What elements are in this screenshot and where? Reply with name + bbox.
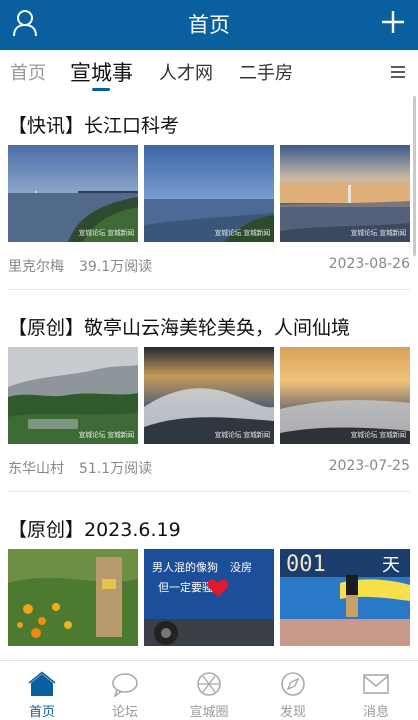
tab-xuancheng-news[interactable]: 宣城事 <box>70 57 133 87</box>
author-name[interactable]: 东华山村 <box>8 458 64 478</box>
scrollbar[interactable] <box>413 96 416 256</box>
board-char: 天 <box>382 555 400 576</box>
chat-bubble-icon <box>112 673 138 697</box>
news-thumbnail[interactable]: 宣城论坛 宣城新闻 <box>144 145 274 242</box>
watermark: 宣城论坛 宣城新闻 <box>350 229 406 237</box>
tab-second-hand-house[interactable]: 二手房 <box>239 59 293 85</box>
tab-home[interactable]: 首页 <box>10 59 46 85</box>
home-icon <box>28 671 56 696</box>
divider <box>8 289 410 290</box>
news-thumbnail[interactable]: 宣城论坛 宣城新闻 <box>8 347 138 444</box>
watermark: 宣城论坛 宣城新闻 <box>78 431 134 439</box>
publish-date: 2023-08-26 <box>328 256 410 272</box>
nav-label: 发现 <box>279 705 306 720</box>
nav-discover[interactable]: 发现 <box>251 661 335 720</box>
news-title[interactable]: 【原创】2023.6.19 <box>8 515 181 542</box>
nav-label: 宣城圈 <box>189 705 229 720</box>
read-count: 51.1万阅读 <box>79 461 153 477</box>
bottom-navigation: 首页 论坛 宣城圈 发现 消息 <box>0 660 418 720</box>
news-thumbnail[interactable]: 宣城论坛 宣城新闻 <box>8 145 138 242</box>
nav-messages[interactable]: 消息 <box>334 661 418 720</box>
thumbnail-row: 男人混的像狗 没房 但一定要骚 001 天 <box>8 549 410 647</box>
news-thumbnail[interactable]: 001 天 <box>280 549 410 646</box>
truck-slogan-mark: 没房 <box>230 561 252 574</box>
truck-slogan-line1: 男人混的像狗 <box>152 560 218 574</box>
news-thumbnail[interactable]: 宣城论坛 宣城新闻 <box>144 347 274 444</box>
channel-tabs: 首页 宣城事 人才网 二手房 <box>0 50 418 95</box>
news-feed[interactable]: 【快讯】长江口科考 宣城论坛 宣城新闻 宣城论坛 宣城新闻 宣城论坛 宣城新闻 … <box>0 95 418 660</box>
news-thumbnail[interactable]: 男人混的像狗 没房 但一定要骚 <box>144 549 274 646</box>
news-title[interactable]: 【快讯】长江口科考 <box>8 111 179 138</box>
nav-home[interactable]: 首页 <box>0 661 84 720</box>
menu-icon[interactable] <box>390 64 406 80</box>
truck-slogan-line2: 但一定要骚 <box>158 580 213 594</box>
board-digits: 001 <box>286 552 326 577</box>
aperture-icon <box>197 672 221 696</box>
watermark: 宣城论坛 宣城新闻 <box>214 229 270 237</box>
read-count: 39.1万阅读 <box>79 259 153 275</box>
author-name[interactable]: 里克尔梅 <box>8 256 64 276</box>
nav-label: 首页 <box>28 705 55 720</box>
mail-icon <box>363 674 389 694</box>
thumbnail-row: 宣城论坛 宣城新闻 宣城论坛 宣城新闻 宣城论坛 宣城新闻 <box>8 145 410 243</box>
watermark: 宣城论坛 宣城新闻 <box>78 229 134 237</box>
watermark: 宣城论坛 宣城新闻 <box>214 431 270 439</box>
page-title: 首页 <box>188 13 230 37</box>
news-thumbnail[interactable] <box>8 549 138 646</box>
app-bar: 首页 <box>0 0 418 50</box>
watermark: 宣城论坛 宣城新闻 <box>350 431 406 439</box>
publish-date: 2023-07-25 <box>328 458 410 474</box>
news-thumbnail[interactable]: 宣城论坛 宣城新闻 <box>280 347 410 444</box>
active-tab-indicator <box>92 88 110 91</box>
tab-talent[interactable]: 人才网 <box>159 59 213 85</box>
nav-label: 论坛 <box>111 705 138 720</box>
nav-circle[interactable]: 宣城圈 <box>167 661 251 720</box>
nav-label: 消息 <box>362 705 389 720</box>
divider <box>8 491 410 492</box>
nav-forum[interactable]: 论坛 <box>83 661 167 720</box>
plus-icon[interactable] <box>380 8 406 36</box>
compass-icon <box>281 672 305 696</box>
news-thumbnail[interactable]: 宣城论坛 宣城新闻 <box>280 145 410 242</box>
news-title[interactable]: 【原创】敬亭山云海美轮美奂，人间仙境 <box>8 313 350 340</box>
thumbnail-row: 宣城论坛 宣城新闻 宣城论坛 宣城新闻 宣城论坛 宣城新闻 <box>8 347 410 445</box>
